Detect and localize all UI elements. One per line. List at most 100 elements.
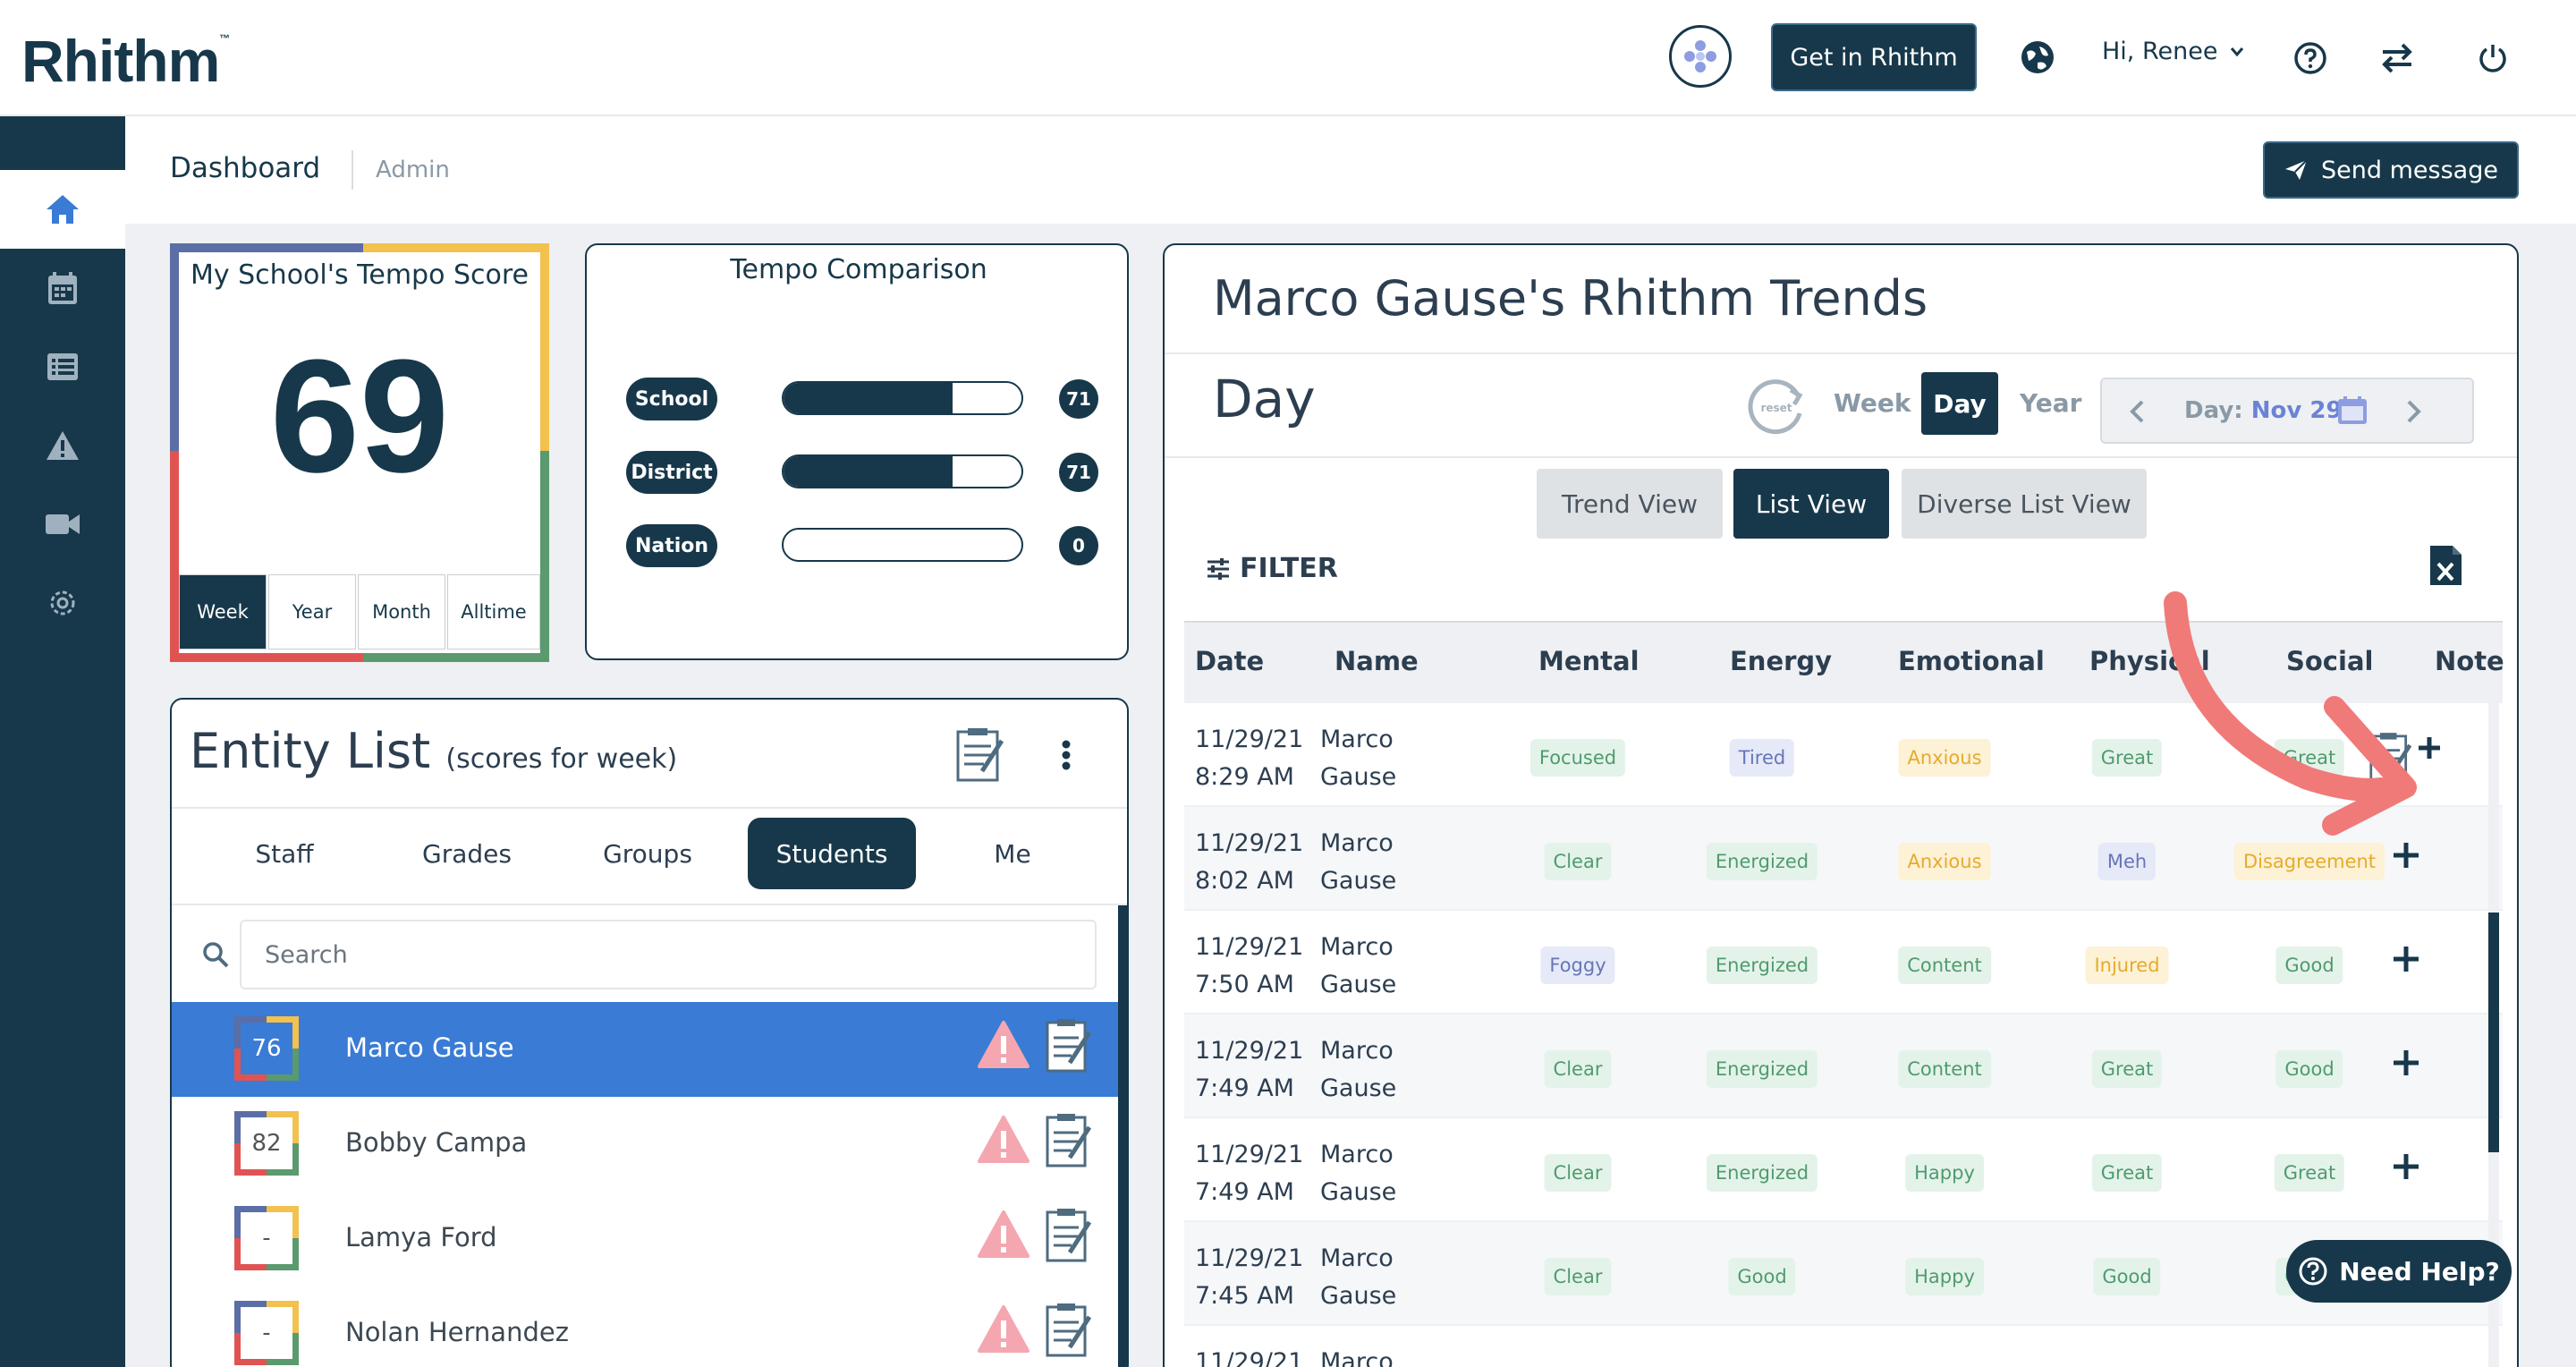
user-menu[interactable]: Hi, Renee (2102, 38, 2244, 65)
diverse-list-view-button[interactable]: Diverse List View (1902, 469, 2147, 539)
page-title: Dashboard (170, 152, 321, 184)
time: 7:49 AM (1195, 1074, 1294, 1102)
warning-icon[interactable] (977, 1304, 1030, 1354)
more-options-icon[interactable] (1061, 739, 1072, 771)
switch-arrows-icon[interactable] (2379, 41, 2415, 75)
divider (1165, 456, 2517, 458)
score-value: 76 (243, 1025, 290, 1072)
sidebar-item-video[interactable] (0, 485, 125, 564)
sidebar-item-home[interactable] (0, 170, 125, 249)
filter-button[interactable]: FILTER (1206, 553, 1338, 584)
warning-icon[interactable] (977, 1210, 1030, 1260)
reset-icon[interactable]: reset (1742, 372, 1810, 440)
date-cell: 11/29/21 7:49 AM (1195, 1032, 1303, 1108)
tempo-tab-week[interactable]: Week (179, 574, 267, 650)
comparison-bar-nation (782, 528, 1023, 562)
table-row[interactable]: 11/29/21 7:49 AM Marco Gause Clear Energiz… (1184, 1015, 2503, 1118)
add-note-icon[interactable] (2388, 837, 2424, 873)
add-note-icon[interactable] (2388, 1045, 2424, 1081)
notes-icon[interactable] (955, 726, 1005, 782)
tempo-tab-month[interactable]: Month (358, 574, 445, 650)
chevron-right-icon[interactable] (2406, 399, 2422, 424)
rhithm-logo[interactable]: Rhithm™ (21, 27, 230, 95)
note-icon[interactable] (1045, 1301, 1093, 1358)
divider (172, 904, 1127, 905)
physical-tag: Injured (2085, 947, 2169, 984)
column-header-date[interactable]: Date (1195, 646, 1264, 676)
tempo-comparison-title: Tempo Comparison (730, 254, 987, 285)
comparison-value-nation: 0 (1059, 526, 1098, 565)
score-badge: 82 (234, 1111, 299, 1176)
tab-me[interactable]: Me (925, 818, 1100, 889)
tab-staff[interactable]: Staff (197, 818, 372, 889)
emotional-tag: Happy (1905, 1154, 1984, 1192)
table-row[interactable]: 11/29/21 7:49 AM Marco Gause Clear Energiz… (1184, 1118, 2503, 1222)
settings-icon (50, 590, 75, 616)
tab-grades[interactable]: Grades (379, 818, 555, 889)
sidebar-item-alerts[interactable] (0, 406, 125, 485)
list-view-button[interactable]: List View (1733, 469, 1889, 539)
add-note-icon[interactable] (2388, 941, 2424, 977)
student-name: Marco Gause (345, 1032, 514, 1063)
send-message-button[interactable]: Send message (2263, 141, 2519, 199)
student-row-bobby-campa[interactable]: 82 Bobby Campa (172, 1097, 1118, 1192)
need-help-label: Need Help? (2339, 1256, 2500, 1286)
help-icon[interactable] (2293, 41, 2327, 75)
mental-tag: Foggy (1540, 947, 1615, 984)
note-icon[interactable] (1045, 1206, 1093, 1263)
globe-icon[interactable] (2020, 39, 2055, 75)
column-header-name[interactable]: Name (1335, 646, 1419, 676)
power-icon[interactable] (2476, 41, 2510, 75)
period-week[interactable]: Week (1834, 388, 1911, 418)
add-note-icon[interactable] (2388, 1149, 2424, 1184)
time: 7:45 AM (1195, 1282, 1294, 1310)
tab-students[interactable]: Students (748, 818, 916, 889)
sidebar-item-calendar[interactable] (0, 249, 125, 327)
name-cell: Marco Gause (1320, 929, 1396, 1004)
calendar-icon[interactable] (2336, 395, 2368, 426)
excel-export-icon[interactable] (2428, 544, 2463, 587)
warning-icon[interactable] (977, 1020, 1030, 1070)
date-cell: 11/29/21 8:29 AM (1195, 721, 1303, 796)
period-day[interactable]: Day (1921, 372, 1998, 435)
help-circle-icon (2299, 1257, 2327, 1286)
sidebar-item-list[interactable] (0, 327, 125, 406)
get-in-rhithm-button[interactable]: Get in Rhithm (1771, 23, 1977, 91)
sidebar-item-settings[interactable] (0, 564, 125, 642)
table-row[interactable]: 11/29/21 7:50 AM Marco Gause Foggy Energiz… (1184, 911, 2503, 1015)
student-row-marco-gause[interactable]: 76 Marco Gause (172, 1002, 1118, 1097)
score-badge: - (234, 1301, 299, 1365)
column-header-energy[interactable]: Energy (1730, 646, 1832, 676)
warning-icon[interactable] (977, 1115, 1030, 1165)
scrollbar[interactable] (1118, 905, 1127, 1367)
physical-tag: Great (2091, 1154, 2163, 1192)
student-name: Lamya Ford (345, 1222, 497, 1252)
need-help-button[interactable]: Need Help? (2286, 1240, 2512, 1303)
mental-tag: Clear (1544, 1154, 1612, 1192)
divider (1165, 352, 2517, 354)
tempo-tab-alltime[interactable]: Alltime (447, 574, 540, 650)
trend-view-button[interactable]: Trend View (1537, 469, 1723, 539)
annotation-arrow (2164, 591, 2417, 836)
table-row[interactable]: 11/29/21 Marco (1184, 1326, 2503, 1367)
tempo-tab-year[interactable]: Year (268, 574, 356, 650)
chevron-left-icon[interactable] (2129, 399, 2145, 424)
frame-yellow (363, 243, 549, 252)
note-icon[interactable] (1045, 1111, 1093, 1168)
column-header-mental[interactable]: Mental (1538, 646, 1640, 676)
search-input[interactable]: Search (240, 920, 1097, 989)
rhithm-brand-icon[interactable] (1669, 25, 1732, 88)
emotional-tag: Anxious (1898, 843, 1991, 880)
tab-groups[interactable]: Groups (560, 818, 735, 889)
student-row-lamya-ford[interactable]: - Lamya Ford (172, 1192, 1118, 1286)
column-header-emotional[interactable]: Emotional (1898, 646, 2045, 676)
scrollbar-thumb[interactable] (2488, 913, 2499, 1152)
note-icon[interactable] (1045, 1016, 1093, 1074)
breadcrumb-admin[interactable]: Admin (376, 157, 450, 183)
emotional-tag: Happy (1905, 1258, 1984, 1295)
student-row-nolan-hernandez[interactable]: - Nolan Hernandez (172, 1286, 1118, 1367)
send-message-label: Send message (2321, 156, 2498, 184)
period-year[interactable]: Year (2020, 388, 2081, 418)
day-picker[interactable]: Day: Nov 29 (2100, 378, 2474, 444)
date: 11/29/21 (1195, 829, 1304, 857)
